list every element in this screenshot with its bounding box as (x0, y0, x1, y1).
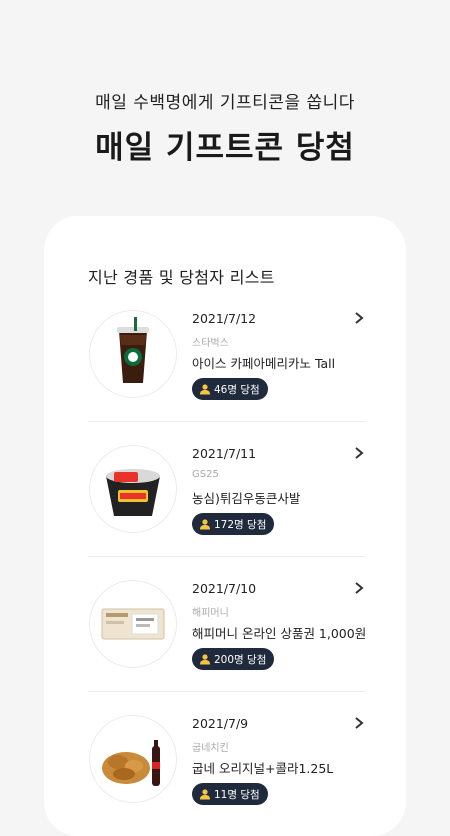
hero-title: 매일 기프트콘 당첨 (95, 130, 355, 166)
winners-count: 200명 당첨 (214, 653, 267, 666)
person-icon (200, 789, 210, 800)
iced-coffee-image (89, 310, 177, 398)
winners-count: 46명 당첨 (214, 383, 260, 396)
winners-badge: 46명 당첨 (192, 378, 268, 400)
divider (88, 421, 366, 422)
person-icon (200, 384, 210, 395)
chevron-right-icon[interactable] (352, 580, 366, 596)
list-item[interactable]: 2021/7/10 해피머니 해피머니 온라인 상품권 1,000원 200명 … (88, 556, 366, 691)
winners-count: 11명 당첨 (214, 788, 260, 801)
chevron-right-icon[interactable] (352, 310, 366, 326)
divider (88, 556, 366, 557)
list-item[interactable]: 2021/7/9 굽네치킨 굽네 오리지널+콜라1.25L 11명 당첨 (88, 691, 366, 826)
gift-card-image (89, 580, 177, 668)
item-brand: GS25 (192, 469, 219, 480)
item-date: 2021/7/12 (192, 311, 257, 326)
item-brand: 해피머니 (192, 608, 229, 619)
person-icon (200, 654, 210, 665)
list-item[interactable]: 2021/7/11 GS25 농심)튀김우동큰사발 172명 당첨 (88, 421, 366, 556)
cup-noodle-image (89, 445, 177, 533)
chevron-right-icon[interactable] (352, 715, 366, 731)
winners-count: 172명 당첨 (214, 518, 267, 531)
winners-badge: 172명 당첨 (192, 513, 275, 535)
item-date: 2021/7/10 (192, 581, 257, 596)
item-brand: 굽네치킨 (192, 743, 229, 754)
list-item[interactable]: 2021/7/12 스타벅스 아이스 카페아메리카노 Tall 46명 당첨 (88, 286, 366, 421)
item-date: 2021/7/9 (192, 716, 249, 731)
chevron-right-icon[interactable] (352, 445, 366, 461)
item-product: 해피머니 온라인 상품권 1,000원 (192, 626, 367, 641)
item-brand: 스타벅스 (192, 338, 229, 349)
item-date: 2021/7/11 (192, 446, 257, 461)
list-title: 지난 경품 및 당첨자 리스트 (88, 268, 275, 287)
item-product: 아이스 카페아메리카노 Tall (192, 356, 336, 371)
chicken-cola-image (89, 715, 177, 803)
item-product: 농심)튀김우동큰사발 (192, 491, 301, 506)
hero-subtitle: 매일 수백명에게 기프티콘을 쏩니다 (95, 93, 355, 113)
winners-badge: 11명 당첨 (192, 783, 268, 805)
winners-card: 지난 경품 및 당첨자 리스트 2021/7/12 스타벅스 아이스 카페아메리… (44, 216, 406, 836)
item-product: 굽네 오리지널+콜라1.25L (192, 761, 334, 776)
winners-badge: 200명 당첨 (192, 648, 275, 670)
divider (88, 691, 366, 692)
person-icon (200, 519, 210, 530)
